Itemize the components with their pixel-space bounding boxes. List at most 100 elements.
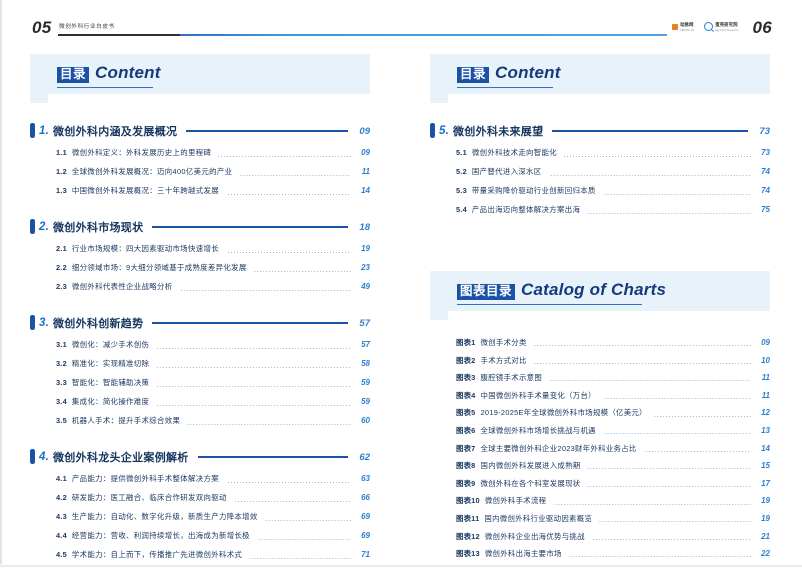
toc-sub-4-5-number: 4.5 <box>56 550 67 559</box>
chart-list-item[interactable]: 图表7 全球主要微创外科企业2023财年外科业务占比 14 <box>430 443 770 461</box>
content-banner-cn-right: 目录 <box>457 67 490 83</box>
leader-dots <box>225 252 351 253</box>
toc-sub-2-1[interactable]: 2.1 行业市场规模：四大因素驱动市场快速增长 19 <box>30 243 370 262</box>
chart-list-item[interactable]: 图表10 微创外科手术流程 19 <box>430 495 770 513</box>
chart-list-item[interactable]: 图表8 国内微创外科发展进入成熟期 15 <box>430 460 770 478</box>
toc-sub-5-2-page: 74 <box>761 167 770 176</box>
chart-item-title: 手术方式对比 <box>480 355 527 365</box>
toc-sub-4-2[interactable]: 4.2 研发能力：医工融合、临床合作研发双向驱动 66 <box>30 492 370 511</box>
toc-sub-1-1[interactable]: 1.1 微创外科定义：外科发展历史上的里程碑 09 <box>30 147 370 166</box>
running-header: 05 微创外科行业白皮书 动脉网 VBDATA.CN 蛋壳研究院 Egg She… <box>0 0 802 46</box>
toc-sub-5-1[interactable]: 5.1 微创外科技术走向智能化 73 <box>430 147 770 166</box>
toc-sub-2-2-number: 2.2 <box>56 263 67 272</box>
toc-sub-3-4-number: 3.4 <box>56 397 67 406</box>
toc-sub-2-2[interactable]: 2.2 细分领域市场：9大细分领域基于成熟度差异化发展 23 <box>30 262 370 281</box>
toc-sub-1-3[interactable]: 1.3 中国微创外科发展概况：三十年跨越式发展 14 <box>30 185 370 204</box>
chart-list-item[interactable]: 图表9 微创外科在各个科室发展现状 17 <box>430 478 770 496</box>
toc-sub-1-2[interactable]: 1.2 全球微创外科发展概况：迈向400亿美元的产业 11 <box>30 166 370 185</box>
chart-list-item[interactable]: 图表5 2019-2025E年全球微创外科市场规模（亿美元） 12 <box>430 407 770 425</box>
content-banner-en-left: Content <box>95 63 161 82</box>
leader-dots <box>533 345 751 347</box>
toc-sub-4-1[interactable]: 4.1 产品能力：提供微创外科手术整体解决方案 63 <box>30 473 370 492</box>
toc-sub-3-5[interactable]: 3.5 机器人手术：提升手术综合效果 60 <box>30 415 370 434</box>
toc-sub-5-3-page: 74 <box>761 186 770 195</box>
toc-section-5-head[interactable]: 5. 微创外科未来展望 73 <box>430 122 770 140</box>
toc-sub-3-1[interactable]: 3.1 微创化：减少手术创伤 57 <box>30 339 370 358</box>
chart-list-item[interactable]: 图表6 全球微创外科市场增长挑战与机遇 13 <box>430 425 770 443</box>
toc-sub-5-1-title: 微创外科技术走向智能化 <box>471 148 558 157</box>
toc-sub-3-1-number: 3.1 <box>56 340 67 349</box>
leader-dots <box>643 450 751 452</box>
leader-dots <box>156 348 351 349</box>
chart-list-item[interactable]: 图表1 微创手术分类 09 <box>430 337 770 355</box>
toc-sub-1-3-page: 14 <box>361 186 370 195</box>
toc-section-1: 1. 微创外科内涵及发展概况 09 1.1 微创外科定义：外科发展历史上的里程碑… <box>30 122 370 204</box>
section-accent-bar <box>430 123 435 138</box>
section-accent-bar <box>30 449 35 464</box>
chart-item-page: 11 <box>761 373 770 383</box>
leader-dots <box>218 156 351 157</box>
chart-item-page: 15 <box>761 461 770 471</box>
leader-dots <box>156 405 351 406</box>
leader-dots <box>564 156 751 157</box>
toc-sub-4-4-title: 经营能力：营收、利润持续增长，出海成为新增长极 <box>71 531 250 540</box>
toc-sub-2-2-page: 23 <box>361 263 370 272</box>
charts-banner-underline <box>457 304 642 305</box>
publisher-logo-name: 动脉网 <box>680 22 694 27</box>
chart-list-item[interactable]: 图表12 微创外科企业出海优势与挑战 21 <box>430 531 770 549</box>
toc-sub-4-3[interactable]: 4.3 生产能力：自动化、数字化升级，新质生产力降本增效 69 <box>30 511 370 530</box>
toc-section-1-head[interactable]: 1. 微创外科内涵及发展概况 09 <box>30 122 370 140</box>
leader-dots <box>187 424 351 425</box>
toc-section-1-page: 09 <box>359 125 370 137</box>
toc-sub-4-4[interactable]: 4.4 经营能力：营收、利润持续增长，出海成为新增长极 69 <box>30 530 370 549</box>
leader-dots <box>548 175 751 176</box>
toc-section-1-number: 1. <box>39 125 49 137</box>
chart-list-item[interactable]: 图表13 微创外科出海主要市场 22 <box>430 548 770 566</box>
toc-section-4-page: 62 <box>359 451 370 463</box>
chart-list-item[interactable]: 图表3 腹腔镜手术示意图 11 <box>430 372 770 390</box>
toc-sub-3-4-page: 59 <box>361 397 370 406</box>
toc-section-5-rule <box>552 130 748 132</box>
toc-sub-4-3-number: 4.3 <box>56 512 67 521</box>
leader-dots <box>653 415 751 417</box>
publisher-logo-text: 动脉网 VBDATA.CN <box>680 22 695 32</box>
toc-sub-3-1-title: 微创化：减少手术创伤 <box>71 340 150 349</box>
toc-section-3-title: 微创外科创新趋势 <box>53 318 144 330</box>
toc-sub-3-3[interactable]: 3.3 智能化：智能辅助决策 59 <box>30 377 370 396</box>
toc-sub-1-1-number: 1.1 <box>56 148 67 157</box>
chart-list-item[interactable]: 图表4 中国微创外科手术量变化（万台） 11 <box>430 390 770 408</box>
leader-dots <box>602 433 751 435</box>
content-banner-notch-right <box>430 94 448 103</box>
chart-list-item[interactable]: 图表11 国内微创外科行业驱动因素概览 19 <box>430 513 770 531</box>
toc-sub-4-5[interactable]: 4.5 学术能力：自上而下，传播推广先进微创外科术式 71 <box>30 549 370 568</box>
toc-section-4-head[interactable]: 4. 微创外科龙头企业案例解析 62 <box>30 448 370 466</box>
charts-banner-cn: 图表目录 <box>457 284 516 300</box>
leader-dots <box>553 503 751 505</box>
toc-sub-3-2[interactable]: 3.2 精准化：实现精准切除 58 <box>30 358 370 377</box>
toc-sub-3-5-title: 机器人手术：提升手术综合效果 <box>71 416 181 425</box>
leader-dots <box>587 213 751 214</box>
content-banner-underline-left <box>57 87 153 88</box>
magnifier-icon <box>704 22 714 32</box>
leader-dots <box>599 521 751 523</box>
chart-item-title: 微创外科在各个科室发展现状 <box>480 478 581 488</box>
toc-sub-2-3[interactable]: 2.3 微创外科代表性企业战略分析 49 <box>30 281 370 300</box>
chart-list-item[interactable]: 图表2 手术方式对比 10 <box>430 355 770 373</box>
toc-sub-3-3-number: 3.3 <box>56 378 67 387</box>
chart-item-label: 图表11 <box>456 513 480 523</box>
page-canvas: 05 微创外科行业白皮书 动脉网 VBDATA.CN 蛋壳研究院 Egg She… <box>0 0 802 567</box>
toc-section-3-head[interactable]: 3. 微创外科创新趋势 57 <box>30 314 370 332</box>
leader-dots <box>225 194 351 195</box>
toc-section-5-title: 微创外科未来展望 <box>453 126 544 138</box>
toc-section-5: 5. 微创外科未来展望 73 5.1 微创外科技术走向智能化 73 5.2 国产… <box>430 122 770 223</box>
content-banner-notch-left <box>30 94 48 103</box>
toc-sub-5-2[interactable]: 5.2 国产替代进入深水区 74 <box>430 166 770 185</box>
toc-sub-5-3[interactable]: 5.3 带量采购降价驱动行业创新回归本质 74 <box>430 185 770 204</box>
toc-section-2-head[interactable]: 2. 微创外科市场现状 18 <box>30 218 370 236</box>
toc-sub-3-2-page: 58 <box>361 359 370 368</box>
charts-banner-inner: 图表目录 Catalog of Charts <box>457 280 666 300</box>
toc-sub-5-4[interactable]: 5.4 产品出海迈向整体解决方案出海 75 <box>430 204 770 223</box>
section-accent-bar <box>30 123 35 138</box>
charts-banner-notch <box>430 311 448 320</box>
toc-sub-3-4[interactable]: 3.4 集成化：简化操作难度 59 <box>30 396 370 415</box>
